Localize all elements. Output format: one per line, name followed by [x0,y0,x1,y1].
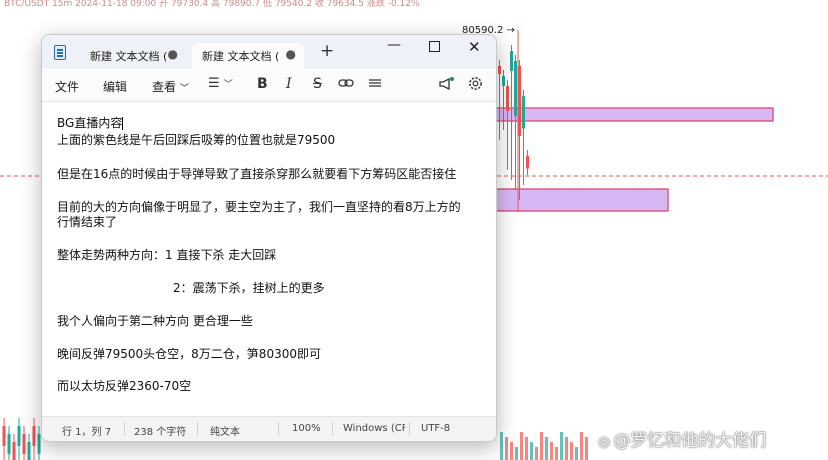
italic-button[interactable]: I [286,76,292,92]
candle-body [520,432,523,460]
candle-body [570,442,573,460]
candle-body [22,434,26,454]
candle-body [502,76,505,86]
candle-body [518,66,521,136]
weibo-watermark: ◎ @罗忆和他的大佬们 [598,431,767,451]
candle-body [585,437,588,460]
menu-view[interactable]: 查看 ﹀ [152,78,189,95]
candle-body [505,437,508,460]
new-tab-button[interactable]: + [320,41,334,61]
text-line: 目前的大的方向偏像于明显了，要主空为主了，我们一直坚持的看8万上方的 [57,200,461,214]
text-line: 晚间反弹79500头仓空，8万二仓，笋80300即可 [57,347,321,361]
bold-button[interactable]: B [257,76,268,92]
candle-body [498,66,501,74]
text-line: BG直播内容 [57,116,124,130]
status-bar: 行 1，列 7 238 个字符 纯文本 100% Windows (CR UTF… [42,416,496,441]
candle-body [530,442,533,460]
menu-bar: 文件 编辑 查看 ﹀ ☰ ﹀ B I S [42,69,496,102]
candle-body [515,447,518,460]
zoom-level[interactable]: 100% [292,423,321,434]
clear-format-button[interactable] [368,76,382,94]
candle-body [37,434,41,454]
text-line: 上面的紫色线是午后回踩后吸筹的位置也就是79500 [57,133,336,147]
link-icon [338,79,354,87]
list-format-button[interactable]: ☰ ﹀ [208,76,233,91]
candle-body [560,432,563,460]
unsaved-dot-icon[interactable]: ● [168,47,178,61]
italic-icon: I [286,76,292,92]
tab-label: 新建 文本文档 ( [202,50,280,63]
strikethrough-icon: S [313,76,322,92]
text-line: 而以太坊反弹2360-70空 [57,379,192,393]
status-divider [124,422,125,436]
bold-icon: B [257,76,268,92]
list-icon: ☰ [208,76,220,91]
candle-body [565,437,568,460]
line-ending[interactable]: Windows (CR [343,423,405,434]
megaphone-icon [439,77,454,91]
candle-body [510,51,513,71]
weibo-logo-icon: ◎ [598,434,611,450]
cursor-position: 行 1，列 7 [62,427,112,438]
candle-body [32,426,36,446]
candle-body [27,442,31,460]
chart-header-text: BTC/USDT 15m 2024-11-18 09:00 开 79730.4 … [4,0,420,9]
text-format: 纯文本 [210,427,240,438]
text-line: 整体走势两种方向：1 直接下杀 走大回踩 [57,248,277,262]
candle-body [506,86,509,111]
tab-document-1[interactable]: 新建 文本文档 ( ● [80,43,186,69]
candle-body [525,437,528,460]
character-count: 238 个字符 [134,427,187,438]
status-divider [409,422,410,436]
unsaved-dot-icon[interactable]: ● [286,47,296,61]
menu-edit[interactable]: 编辑 [103,78,127,95]
candle-body [12,442,16,460]
copilot-button[interactable] [438,76,454,96]
candle-body [580,432,583,460]
candle-body [545,437,548,460]
candle-body [575,447,578,460]
candle-body [7,434,11,454]
text-line: 但是在16点的时候由于导弹导致了直接杀穿那么就要看下方筹码区能否接住 [57,167,457,181]
upper-zone-box [494,107,774,122]
notepad-app-icon [54,45,66,60]
notepad-window: 新建 文本文档 ( ● 新建 文本文档 ( ● + — ✕ 文件 编辑 查看 ﹀… [41,34,497,442]
candle-body [540,432,543,460]
lower-zone-box [494,188,669,212]
chevron-down-icon: ﹀ [179,84,189,94]
candle-body [535,447,538,460]
text-editor[interactable]: BG直播内容 上面的紫色线是午后回踩后吸筹的位置也就是79500 但是在16点的… [42,102,496,416]
status-divider [332,422,333,436]
candle-body [17,426,21,446]
close-button[interactable]: ✕ [468,38,481,56]
candle-body [500,432,503,460]
candle-body [526,156,529,169]
candle-body [510,442,513,460]
tab-document-2-active[interactable]: 新建 文本文档 ( ● [192,43,304,69]
status-divider [197,422,198,436]
title-bar[interactable]: 新建 文本文档 ( ● 新建 文本文档 ( ● + — ✕ [42,35,496,69]
text-caret [122,117,124,130]
settings-button[interactable] [468,76,483,95]
gear-icon [469,77,482,90]
text-line: 2：震荡下杀，挂树上的更多 [173,281,325,295]
candle-body [550,442,553,460]
candle-body [555,447,558,460]
candle-body [2,426,6,446]
menu-file[interactable]: 文件 [55,78,79,95]
chevron-down-icon: ﹀ [223,80,233,90]
maximize-button[interactable] [429,41,440,52]
strikethrough-button[interactable]: S [313,76,322,92]
clear-format-icon [369,79,381,87]
candle-body [522,96,525,129]
candle-body [514,61,517,116]
text-line: 行情结束了 [57,215,118,229]
link-button[interactable] [338,76,354,94]
encoding[interactable]: UTF-8 [421,423,450,434]
status-divider [278,422,279,436]
minimize-button[interactable]: — [387,37,401,53]
tab-label: 新建 文本文档 ( [90,50,168,63]
text-line: 我个人偏向于第二种方向 更合理一些 [57,314,253,328]
